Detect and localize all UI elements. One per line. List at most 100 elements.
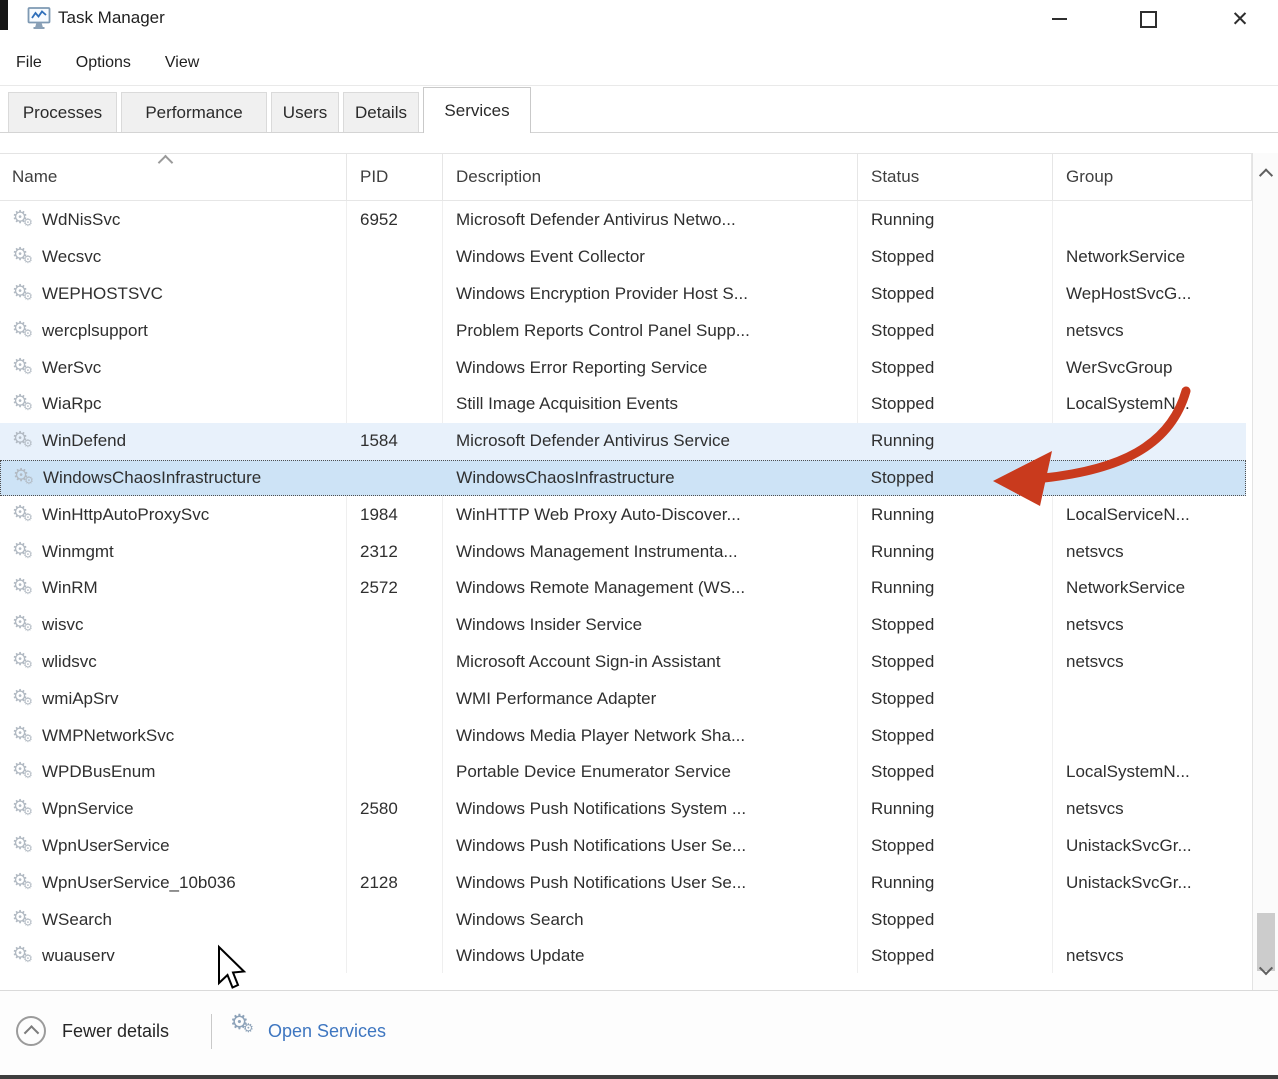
service-name: Winmgmt [42,542,114,562]
cell-group: LocalServiceN... [1053,505,1246,525]
service-row-Wecsvc[interactable]: ⚙⚙WecsvcWindows Event CollectorStoppedNe… [0,239,1246,276]
service-row-wercplsupport[interactable]: ⚙⚙wercplsupportProblem Reports Control P… [0,312,1246,349]
services-gear-icon: ⚙⚙ [230,1013,256,1039]
service-row-WinDefend[interactable]: ⚙⚙WinDefend1584Microsoft Defender Antivi… [0,423,1246,460]
cell-description: Microsoft Account Sign-in Assistant [443,652,858,672]
close-button[interactable]: ✕ [1217,0,1263,38]
cell-name: ⚙⚙ WerSvc [0,357,347,379]
service-row-WinHttpAutoProxySvc[interactable]: ⚙⚙WinHttpAutoProxySvc1984WinHTTP Web Pro… [0,496,1246,533]
fewer-details-button[interactable] [16,1016,46,1046]
scroll-up-button[interactable] [1253,157,1278,191]
fewer-details-label[interactable]: Fewer details [62,1021,169,1042]
cell-description: Windows Insider Service [443,615,858,635]
cell-status: Running [858,210,1053,230]
service-name: wuauserv [42,946,115,966]
service-gear-icon: ⚙⚙ [12,357,36,379]
cell-pid: 1584 [347,431,443,451]
service-row-WPDBusEnum[interactable]: ⚙⚙WPDBusEnumPortable Device Enumerator S… [0,754,1246,791]
service-row-WiaRpc[interactable]: ⚙⚙WiaRpcStill Image Acquisition EventsSt… [0,386,1246,423]
service-row-Winmgmt[interactable]: ⚙⚙Winmgmt2312Windows Management Instrume… [0,533,1246,570]
service-name: WinRM [42,578,98,598]
window-bottom-edge [0,1075,1278,1079]
service-name: WpnUserService_10b036 [42,873,236,893]
tab-services[interactable]: Services [423,87,531,133]
cell-description: Microsoft Defender Antivirus Service [443,431,858,451]
service-gear-icon: ⚙⚙ [12,541,36,563]
cell-status: Stopped [858,284,1053,304]
service-gear-icon: ⚙⚙ [12,835,36,857]
cell-name: ⚙⚙WdNisSvc [0,209,347,231]
service-row-wmiApSrv[interactable]: ⚙⚙wmiApSrvWMI Performance AdapterStopped [0,680,1246,717]
column-header-status[interactable]: Status [858,154,1053,200]
service-row-WSearch[interactable]: ⚙⚙WSearchWindows SearchStopped [0,901,1246,938]
service-row-WdNisSvc[interactable]: ⚙⚙WdNisSvc6952Microsoft Defender Antivir… [0,202,1246,239]
service-name: WEPHOSTSVC [42,284,163,304]
service-row-WindowsChaosInfrastructure[interactable]: ⚙⚙WindowsChaosInfrastructureWindowsChaos… [0,460,1246,497]
service-name: WdNisSvc [42,210,120,230]
column-header-group[interactable]: Group [1053,154,1252,200]
maximize-button[interactable] [1125,0,1171,38]
cell-pid: 1984 [347,505,443,525]
tab-processes[interactable]: Processes [8,92,117,132]
cell-name: ⚙⚙wuauserv [0,945,347,967]
cell-description: Windows Push Notifications System ... [443,799,858,819]
cell-name: ⚙⚙WpnUserService_10b036 [0,872,347,894]
column-header-pid[interactable]: PID [347,154,443,200]
cell-pid: 2128 [347,873,443,893]
menu-item-view[interactable]: View [163,50,201,76]
window-title: Task Manager [58,8,165,28]
cell-name: ⚙⚙wercplsupport [0,320,347,342]
task-manager-app-icon [26,5,52,31]
chevron-up-icon [1258,168,1272,182]
cell-pid: 2572 [347,578,443,598]
tab-performance[interactable]: Performance [121,92,267,132]
service-row-wisvc[interactable]: ⚙⚙wisvcWindows Insider ServiceStoppednet… [0,607,1246,644]
service-row-WinRM[interactable]: ⚙⚙WinRM2572Windows Remote Management (WS… [0,570,1246,607]
chevron-down-icon [1258,961,1272,975]
column-header-label: Name [12,167,57,187]
service-name: WiaRpc [42,394,102,414]
service-row-WerSvc[interactable]: ⚙⚙WerSvcWindows Error Reporting ServiceS… [0,349,1246,386]
menu-item-options[interactable]: Options [74,50,133,76]
cell-status: Stopped [858,468,1053,488]
service-row-WMPNetworkSvc[interactable]: ⚙⚙WMPNetworkSvcWindows Media Player Netw… [0,717,1246,754]
service-name: WMPNetworkSvc [42,726,174,746]
service-name: WerSvc [42,358,101,378]
footer-divider [211,1014,212,1049]
scroll-down-button[interactable] [1253,954,1278,988]
column-header-description[interactable]: Description [443,154,858,200]
service-row-wuauserv[interactable]: ⚙⚙wuauservWindows UpdateStoppednetsvcs [0,938,1246,975]
cell-group: LocalSystemN... [1053,762,1246,782]
minimize-button[interactable] [1036,0,1082,38]
service-row-WpnService[interactable]: ⚙⚙WpnService2580Windows Push Notificatio… [0,791,1246,828]
service-gear-icon: ⚙⚙ [12,651,36,673]
tab-users[interactable]: Users [271,92,339,132]
service-gear-icon: ⚙⚙ [12,283,36,305]
column-header-name[interactable]: Name [0,154,347,200]
service-row-WEPHOSTSVC[interactable]: ⚙⚙ WEPHOSTSVC Windows Encryption Provider … [0,276,1246,313]
cell-description: WinHTTP Web Proxy Auto-Discover... [443,505,858,525]
tab-details[interactable]: Details [343,92,419,132]
service-row-WpnUserService_10b036[interactable]: ⚙⚙WpnUserService_10b0362128Windows Push … [0,864,1246,901]
cell-name: ⚙⚙WiaRpc [0,393,347,415]
cell-name: ⚙⚙ WEPHOSTSVC [0,283,347,305]
service-gear-icon: ⚙⚙ [12,761,36,783]
cell-status: Running [858,542,1053,562]
menu-item-file[interactable]: File [14,50,44,76]
cell-status: Running [858,431,1053,451]
cell-status: Stopped [858,394,1053,414]
cell-group: netsvcs [1053,542,1246,562]
service-gear-icon: ⚙⚙ [12,504,36,526]
service-row-WpnUserService[interactable]: ⚙⚙WpnUserServiceWindows Push Notificatio… [0,828,1246,865]
cell-status: Running [858,799,1053,819]
vertical-scrollbar[interactable] [1252,153,1278,990]
service-row-wlidsvc[interactable]: ⚙⚙wlidsvcMicrosoft Account Sign-in Assis… [0,644,1246,681]
service-name: WpnService [42,799,134,819]
service-gear-icon: ⚙⚙ [12,577,36,599]
cell-group: UnistackSvcGr... [1053,836,1246,856]
service-name: wisvc [42,615,84,635]
cell-name: ⚙⚙WpnService [0,798,347,820]
open-services-link[interactable]: Open Services [268,1021,386,1042]
cell-name: ⚙⚙WinDefend [0,430,347,452]
cell-description: Windows Encryption Provider Host S... [443,284,858,304]
